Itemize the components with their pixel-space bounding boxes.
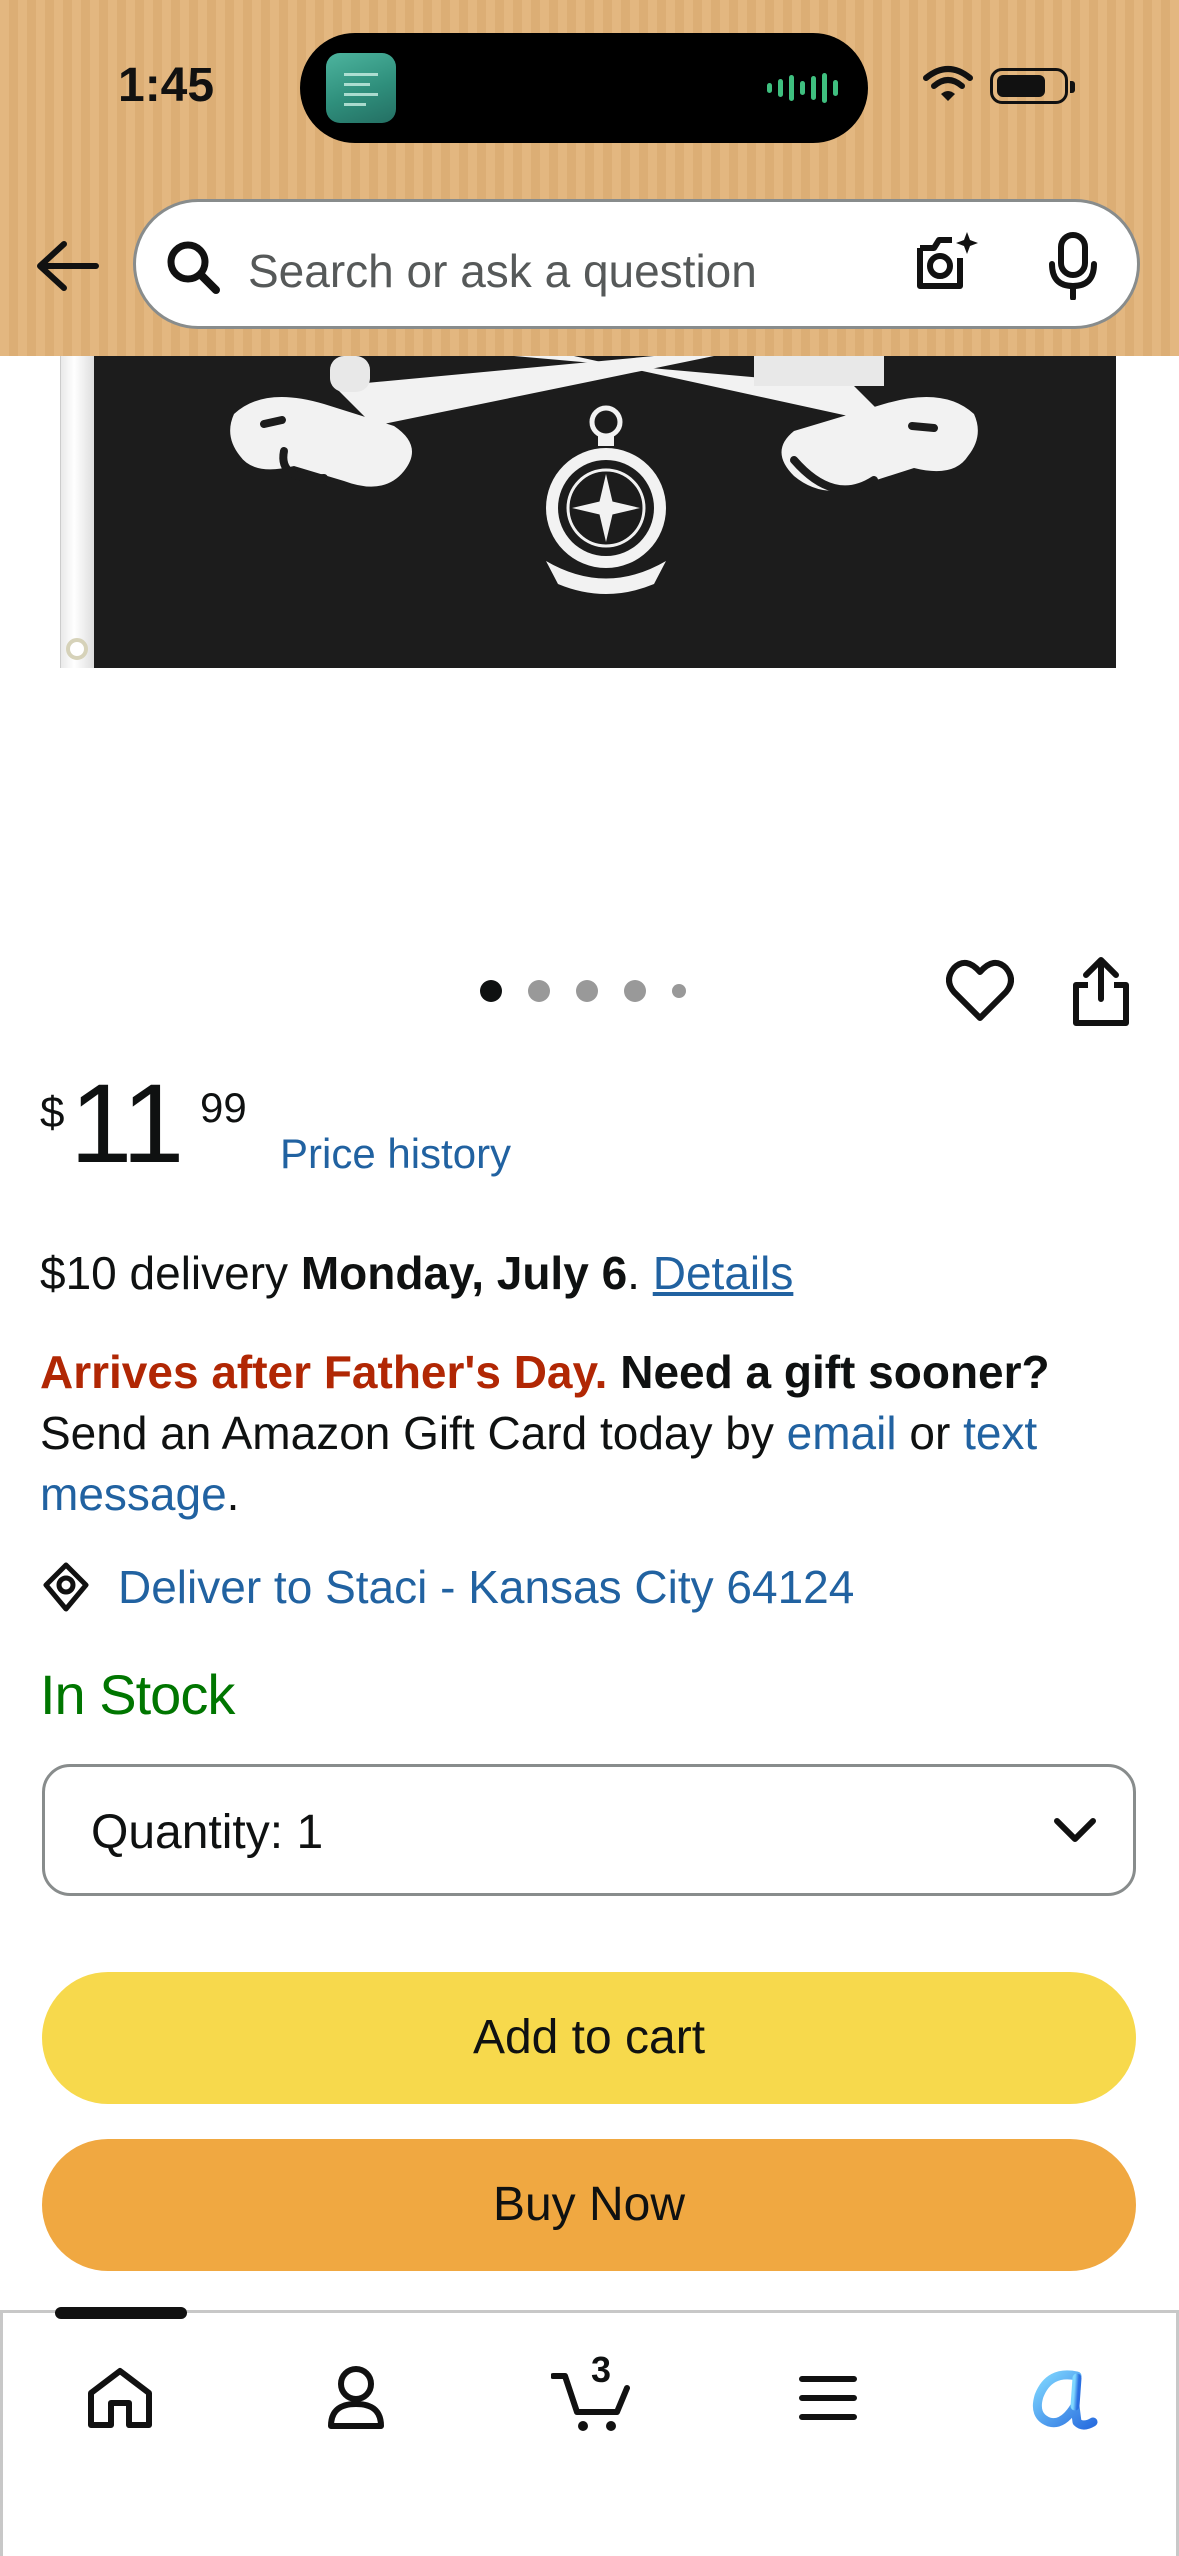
price-history-link[interactable]: Price history [280, 1130, 511, 1178]
image-carousel-dots[interactable] [480, 980, 686, 1002]
delivery-cost: $10 delivery [40, 1247, 301, 1299]
price-fraction: 99 [200, 1084, 247, 1131]
menu-icon [799, 2376, 857, 2420]
product-image[interactable] [0, 356, 1179, 956]
active-tab-indicator [55, 2307, 187, 2319]
quantity-select[interactable]: Quantity: 1 [42, 1764, 1136, 1896]
location-pin-icon [43, 1562, 89, 1612]
app-header: 1:45 Search or ask a question [0, 0, 1179, 356]
tab-cart[interactable]: 3 [547, 2349, 637, 2443]
home-icon [88, 2368, 152, 2428]
chevron-down-icon [1054, 1818, 1096, 1842]
deliver-to-text: Deliver to Staci - Kansas City 64124 [118, 1561, 855, 1613]
microphone-icon[interactable] [1046, 232, 1100, 300]
delivery-info: $10 delivery Monday, July 6. Details [40, 1247, 794, 1299]
quantity-label: Quantity: [91, 1806, 284, 1859]
account-icon [328, 2366, 384, 2429]
delivery-details-link[interactable]: Details [653, 1247, 794, 1299]
stock-status: In Stock [40, 1663, 235, 1726]
flag-pole-sleeve [60, 356, 94, 668]
camera-search-icon[interactable] [912, 228, 982, 298]
price-currency: $ [40, 1088, 65, 1137]
gift-notice: Arrives after Father's Day. Need a gift … [40, 1346, 1050, 1520]
audio-waveform-icon [767, 73, 838, 103]
battery-icon [990, 68, 1075, 104]
price-whole: 11 [70, 1061, 184, 1186]
tab-menu[interactable] [783, 2353, 873, 2443]
flag-grommet [66, 638, 88, 660]
carousel-dot[interactable] [480, 980, 502, 1002]
delivery-date: Monday, July 6 [300, 1247, 628, 1299]
tab-home[interactable] [75, 2353, 165, 2443]
gift-prompt: Need a gift sooner? [620, 1346, 1050, 1398]
search-icon [167, 241, 220, 294]
add-to-cart-button[interactable]: Add to cart [42, 1972, 1136, 2104]
dynamic-island[interactable] [300, 33, 868, 143]
tab-rufus-assistant[interactable] [1019, 2353, 1109, 2443]
heart-icon[interactable] [946, 958, 1014, 1024]
search-placeholder: Search or ask a question [248, 245, 757, 297]
share-icon[interactable] [1070, 955, 1132, 1027]
carousel-dot[interactable] [576, 980, 598, 1002]
wifi-icon [923, 66, 973, 101]
back-arrow-icon[interactable] [32, 236, 102, 296]
carousel-dot[interactable] [624, 980, 646, 1002]
arrival-warning: Arrives after Father's Day. [40, 1346, 608, 1398]
deliver-to-location[interactable]: Deliver to Staci - Kansas City 64124 [40, 1560, 854, 1614]
email-gift-link[interactable]: email [787, 1407, 897, 1459]
status-time: 1:45 [118, 59, 215, 112]
crossbones-compass-art [230, 356, 978, 594]
cart-count-badge: 3 [591, 2349, 612, 2390]
tab-account[interactable] [311, 2353, 401, 2443]
quantity-value: 1 [296, 1806, 324, 1859]
buy-now-button[interactable]: Buy Now [42, 2139, 1136, 2271]
carousel-dot[interactable] [672, 984, 686, 998]
carousel-dot[interactable] [528, 980, 550, 1002]
bottom-tab-bar: 3 [0, 2307, 1179, 2556]
rufus-icon [1032, 2370, 1098, 2430]
search-input[interactable]: Search or ask a question [133, 199, 1140, 329]
now-playing-artwork [326, 53, 396, 123]
gift-card-text: Send an Amazon Gift Card today by [40, 1407, 774, 1459]
